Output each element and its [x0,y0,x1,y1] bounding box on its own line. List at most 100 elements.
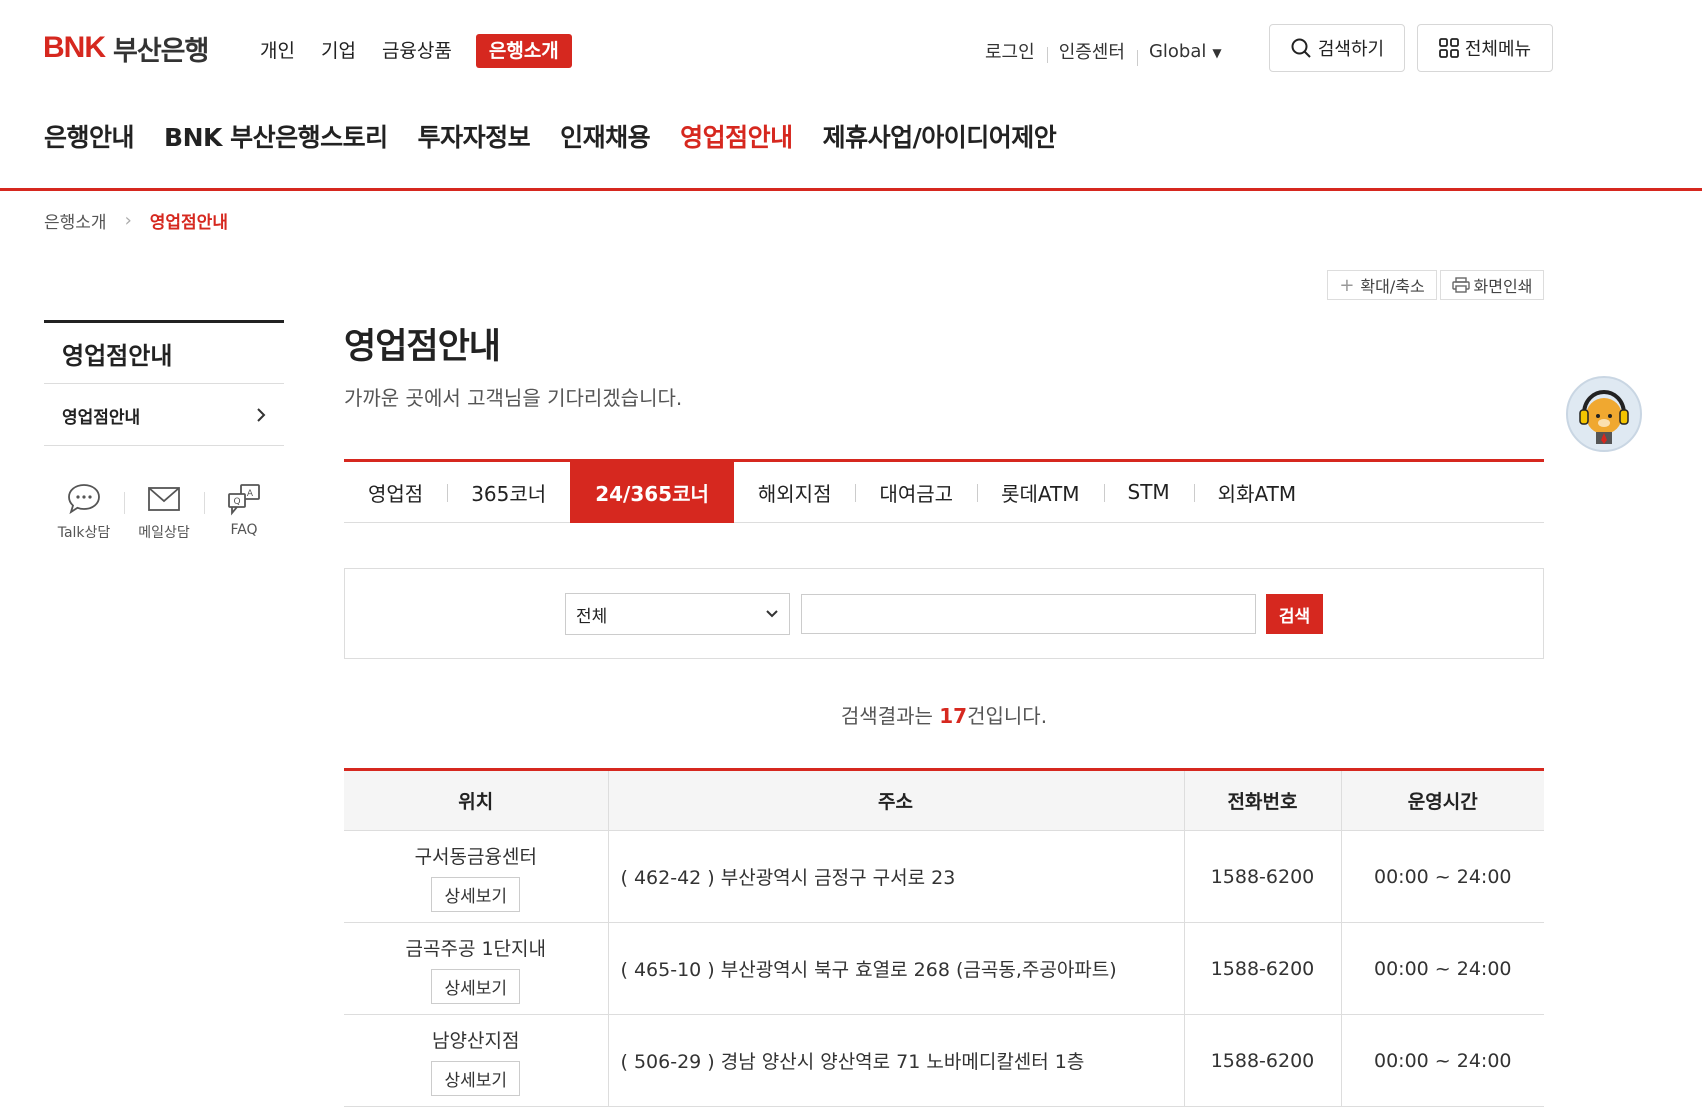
location-cell: 남양산지점 상세보기 [344,1014,608,1107]
column-header-hours: 운영시간 [1340,769,1544,831]
chatbot-character-icon [1579,389,1629,444]
phone-cell: 1588-6200 [1183,922,1341,1015]
page-description: 가까운 곳에서 고객님을 기다리겠습니다. [344,386,683,410]
zoom-button[interactable]: + 확대/축소 [1327,270,1437,300]
chevron-right-icon [257,408,266,422]
result-suffix: 건입니다. [967,704,1048,728]
phone-cell: 1588-6200 [1183,1014,1341,1107]
tab-24-365-corner[interactable]: 24/365코너 [570,461,734,523]
table-row: 남양산지점 상세보기 ( 506-29 ) 경남 양산시 양산역로 71 노바메… [344,1014,1544,1107]
tab-stm[interactable]: STM [1103,462,1194,523]
breadcrumb: 은행소개 › 영업점안내 [44,208,228,233]
region-select[interactable]: 전체 [565,593,790,635]
location-cell: 금곡주공 1단지내 상세보기 [344,922,608,1015]
faq-icon: AQ [228,484,260,516]
all-menu-button[interactable]: 전체메뉴 [1417,24,1553,72]
cert-center-link[interactable]: 인증센터 [1046,38,1137,64]
sidebar-item-label: 영업점안내 [62,407,141,428]
breadcrumb-current: 영업점안내 [149,213,228,233]
search-icon [1291,38,1311,58]
print-button[interactable]: 화면인쇄 [1440,270,1544,300]
sidebar-item-branches[interactable]: 영업점안내 [44,384,284,446]
mail-icon [148,487,180,511]
detail-button[interactable]: 상세보기 [431,876,521,912]
breadcrumb-parent[interactable]: 은행소개 [44,208,107,233]
mail-consult-label: 메일상담 [138,525,190,541]
location-name: 구서동금융센터 [414,845,537,868]
login-link[interactable]: 로그인 [973,38,1047,64]
result-prefix: 검색결과는 [840,704,940,728]
search-submit-button[interactable]: 검색 [1266,594,1323,634]
main-nav-story[interactable]: BNK 부산은행스토리 [164,118,388,154]
table-row: 금곡주공 1단지내 상세보기 ( 465-10 ) 부산광역시 북구 효열로 2… [344,922,1544,1015]
table-header-row: 위치 주소 전화번호 운영시간 [344,769,1544,831]
main-nav-investor[interactable]: 투자자정보 [418,118,531,154]
faq-label: FAQ [230,522,258,538]
nav-divider [0,188,1702,191]
hours-cell: 00:00 ~ 24:00 [1340,922,1544,1015]
hours-cell: 00:00 ~ 24:00 [1340,830,1544,923]
branch-type-tabs: 영업점 365코너 24/365코너 해외지점 대여금고 롯데ATM STM 외… [344,461,1544,523]
talk-consult-label: Talk상담 [57,525,111,541]
search-input[interactable] [801,594,1256,634]
tab-safe-deposit[interactable]: 대여금고 [855,462,977,523]
top-nav-products[interactable]: 금융상품 [382,34,452,68]
tab-fx-atm[interactable]: 외화ATM [1193,462,1320,523]
detail-button[interactable]: 상세보기 [431,968,521,1004]
search-button-label: 검색하기 [1317,39,1385,60]
plus-icon: + [1339,274,1355,296]
location-name: 금곡주공 1단지내 [405,937,547,960]
main-nav-bank-guide[interactable]: 은행안내 [44,118,135,154]
main-nav-branches[interactable]: 영업점안내 [680,118,793,154]
talk-consult-button[interactable]: Talk상담 [44,482,124,542]
global-label: Global [1148,40,1207,62]
hours-cell: 00:00 ~ 24:00 [1340,1014,1544,1107]
faq-button[interactable]: AQ FAQ [204,482,284,538]
global-dropdown[interactable]: Global ▼ [1136,40,1234,66]
svg-text:Q: Q [233,497,240,507]
chatbot-avatar[interactable] [1566,376,1642,452]
location-cell: 구서동금융센터 상세보기 [344,830,608,923]
detail-button[interactable]: 상세보기 [431,1060,521,1096]
region-select-value: 전체 [576,606,608,627]
top-nav: 개인 기업 금융상품 은행소개 [260,34,598,68]
page-title: 영업점안내 [344,327,501,367]
svg-text:A: A [247,489,254,499]
location-name: 남양산지점 [432,1029,520,1052]
result-number: 17 [939,704,968,728]
address-cell: ( 506-29 ) 경남 양산시 양산역로 71 노바메디칼센터 1층 [607,1014,1184,1107]
top-nav-about[interactable]: 은행소개 [475,34,572,68]
grid-menu-icon [1438,38,1459,58]
tab-lotte-atm[interactable]: 롯데ATM [977,462,1103,523]
top-nav-personal[interactable]: 개인 [260,34,295,68]
chevron-down-icon [766,610,778,618]
address-cell: ( 462-42 ) 부산광역시 금정구 구서로 23 [607,830,1184,923]
search-button[interactable]: 검색하기 [1269,24,1405,72]
column-header-location: 위치 [344,769,608,831]
top-nav-corporate[interactable]: 기업 [321,34,356,68]
caret-down-icon: ▼ [1212,45,1222,60]
branch-table: 위치 주소 전화번호 운영시간 구서동금융센터 상세보기 ( 462-42 ) … [344,768,1544,1107]
address-cell: ( 465-10 ) 부산광역시 북구 효열로 268 (금곡동,주공아파트) [607,922,1184,1015]
utility-links: 로그인 인증센터 Global ▼ [973,34,1234,68]
sidebar-divider [44,445,284,446]
chevron-right-icon: › [124,210,132,231]
column-header-phone: 전화번호 [1183,769,1341,831]
printer-icon [1451,277,1470,293]
brand-logo[interactable]: BNK 부산은행 [43,30,209,67]
phone-cell: 1588-6200 [1183,830,1341,923]
main-nav-recruit[interactable]: 인재채용 [560,118,651,154]
tab-overseas[interactable]: 해외지점 [734,462,856,523]
chat-bubble-icon [68,484,100,515]
sidebar-top-border [44,320,284,323]
tab-365-corner[interactable]: 365코너 [447,462,570,523]
zoom-label: 확대/축소 [1360,277,1425,296]
mail-consult-button[interactable]: 메일상담 [124,482,204,542]
logo-mark: BNK [43,31,106,64]
column-header-address: 주소 [607,769,1184,831]
result-count: 검색결과는 17건입니다. [344,700,1544,729]
sidebar-title: 영업점안내 [62,342,173,370]
tab-branch[interactable]: 영업점 [344,462,447,523]
logo-name: 부산은행 [113,35,209,67]
main-nav-partnership[interactable]: 제휴사업/아이디어제안 [823,118,1057,154]
